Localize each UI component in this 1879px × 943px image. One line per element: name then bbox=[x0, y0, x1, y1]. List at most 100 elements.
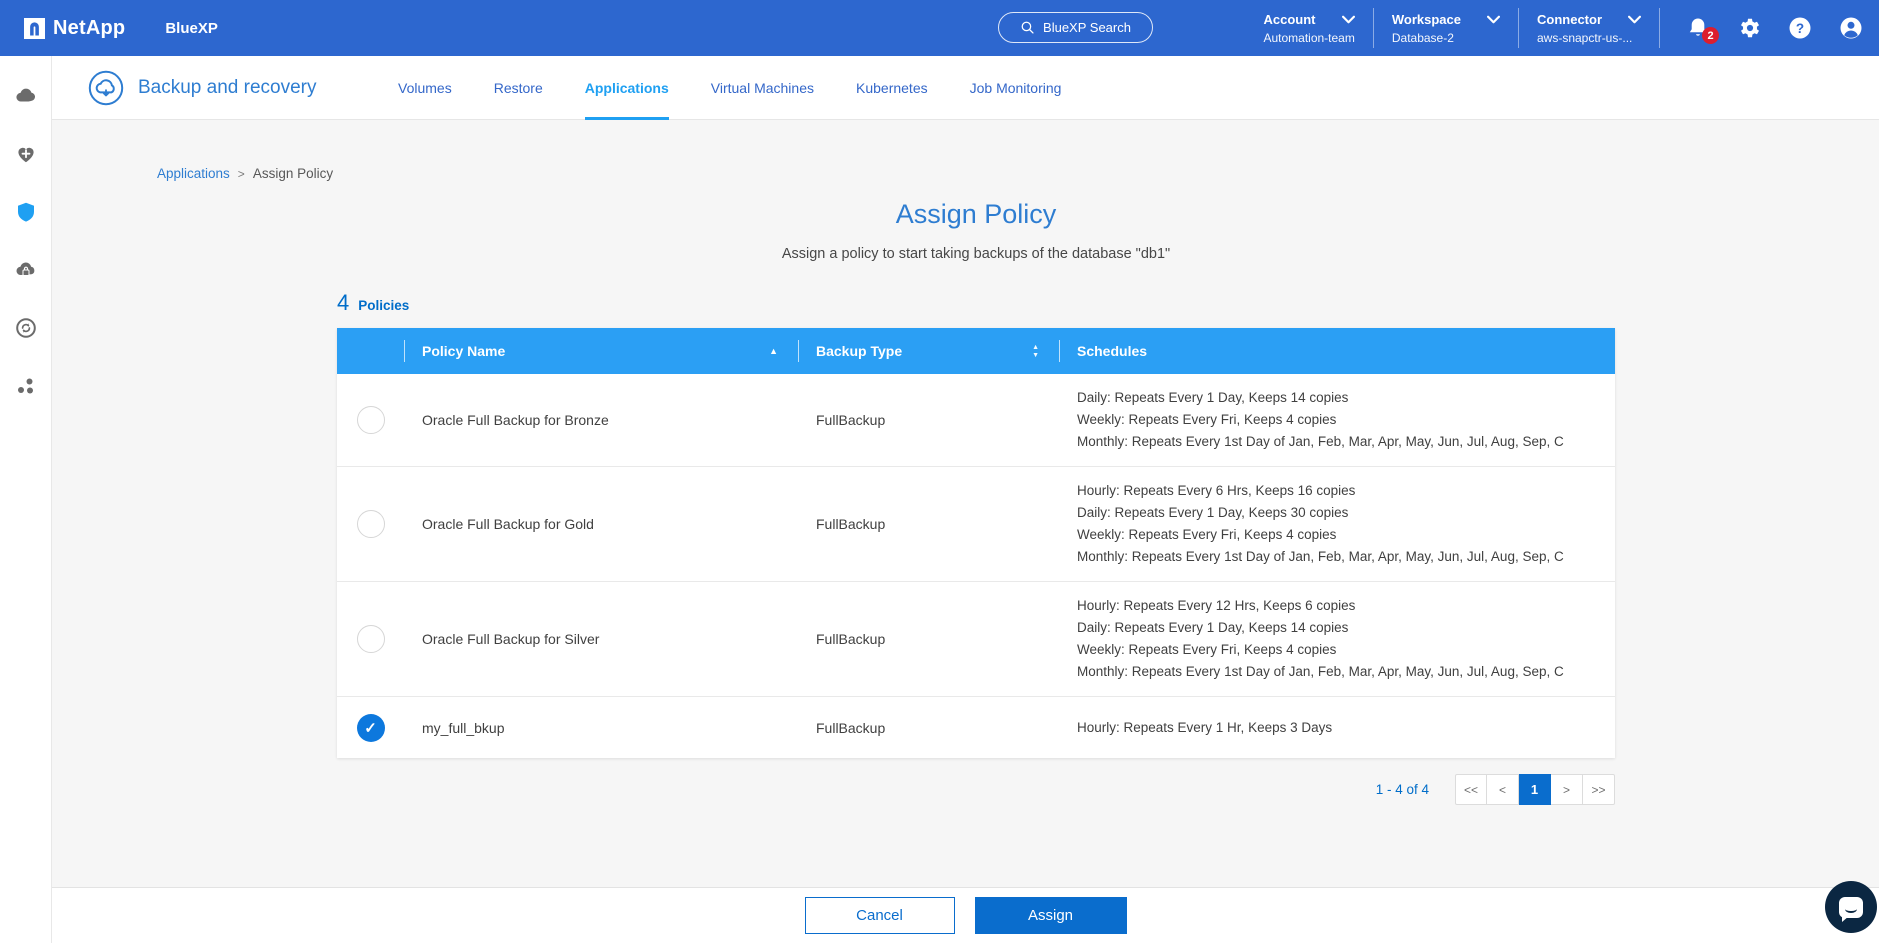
sort-ascending-icon[interactable]: ▲ bbox=[769, 347, 778, 356]
policies-table-body: Oracle Full Backup for Bronze FullBackup D… bbox=[337, 374, 1615, 758]
tab-volumes[interactable]: Volumes bbox=[398, 56, 452, 120]
sort-both-icon[interactable]: ▲▼ bbox=[1032, 344, 1039, 359]
backup-type-cell: FullBackup bbox=[798, 720, 1059, 736]
workspace-menu-label: Workspace bbox=[1392, 12, 1461, 27]
backup-type-column-header[interactable]: Backup Type ▲▼ bbox=[798, 328, 1059, 374]
column-separator bbox=[404, 340, 405, 362]
schedules-column-header: Schedules bbox=[1059, 328, 1615, 374]
chat-bubble-icon bbox=[1839, 897, 1863, 918]
pagination: 1 - 4 of 4 <<<1>>> bbox=[337, 774, 1615, 805]
user-account-button[interactable] bbox=[1839, 16, 1863, 40]
chevron-down-icon bbox=[1487, 15, 1500, 24]
top-header-bar: NetApp BlueXP BlueXP Search Account Auto… bbox=[0, 0, 1879, 56]
pagination-last-button[interactable]: >> bbox=[1583, 774, 1615, 805]
schedule-line: Weekly: Repeats Every Fri, Keeps 4 copie… bbox=[1077, 524, 1615, 546]
assign-button[interactable]: Assign bbox=[975, 897, 1127, 934]
sync-restore-icon[interactable] bbox=[14, 316, 38, 340]
backup-type-cell: FullBackup bbox=[798, 516, 1059, 532]
breadcrumb-applications-link[interactable]: Applications bbox=[157, 166, 230, 181]
brand: NetApp BlueXP bbox=[0, 17, 218, 40]
chevron-down-icon bbox=[1342, 15, 1355, 24]
policy-name-header-label: Policy Name bbox=[422, 343, 505, 359]
protection-shield-icon[interactable] bbox=[14, 200, 38, 224]
settings-button[interactable] bbox=[1737, 16, 1761, 40]
table-row: Oracle Full Backup for SilverFullBackup H… bbox=[337, 581, 1615, 696]
page-content: Applications > Assign Policy Assign Poli… bbox=[52, 120, 1879, 887]
chat-support-button[interactable] bbox=[1825, 881, 1877, 933]
bluexp-search-button[interactable]: BlueXP Search bbox=[998, 12, 1153, 43]
schedule-line: Hourly: Repeats Every 12 Hrs, Keeps 6 co… bbox=[1077, 595, 1615, 617]
bluexp-window: NetApp BlueXP BlueXP Search Account Auto… bbox=[0, 0, 1879, 943]
table-row: Oracle Full Backup for GoldFullBackupHou… bbox=[337, 466, 1615, 581]
backup-recovery-icon bbox=[88, 70, 124, 106]
notifications-bell-button[interactable]: 2 bbox=[1686, 16, 1710, 40]
policy-radio[interactable] bbox=[357, 510, 385, 538]
help-icon: ? bbox=[1788, 16, 1812, 40]
account-menu[interactable]: Account Automation-team bbox=[1245, 12, 1372, 45]
policy-name-column-header[interactable]: Policy Name ▲ bbox=[404, 328, 798, 374]
service-nav-bar: Backup and recovery Volumes Restore Applic… bbox=[52, 56, 1879, 120]
table-row: ✓my_full_bkupFullBackupHourly: Repeats E… bbox=[337, 696, 1615, 758]
breadcrumb-current: Assign Policy bbox=[253, 166, 333, 181]
left-icon-sidebar bbox=[0, 56, 52, 943]
pagination-next-button[interactable]: > bbox=[1551, 774, 1583, 805]
health-heart-plus-icon[interactable] bbox=[14, 142, 38, 166]
backup-type-cell: FullBackup bbox=[798, 631, 1059, 647]
user-avatar-icon bbox=[1839, 16, 1863, 40]
policy-radio[interactable] bbox=[357, 625, 385, 653]
pagination-page-button[interactable]: 1 bbox=[1519, 774, 1551, 805]
account-menu-value: Automation-team bbox=[1263, 31, 1354, 45]
search-label: BlueXP Search bbox=[1043, 20, 1131, 35]
schedule-line: Daily: Repeats Every 1 Day, Keeps 14 cop… bbox=[1077, 617, 1615, 639]
connector-menu[interactable]: Connector aws-snapctr-us-... bbox=[1519, 12, 1659, 45]
pagination-first-button[interactable]: << bbox=[1455, 774, 1487, 805]
cloud-storage-icon[interactable] bbox=[14, 84, 38, 108]
policies-count-label: Policies bbox=[358, 298, 409, 313]
header-icons: 2 ? bbox=[1686, 16, 1863, 40]
service-identity: Backup and recovery bbox=[88, 70, 350, 106]
schedule-line: Daily: Repeats Every 1 Day, Keeps 30 cop… bbox=[1077, 502, 1615, 524]
chevron-down-icon bbox=[1628, 15, 1641, 24]
page-subtitle: Assign a policy to start taking backups … bbox=[337, 246, 1615, 262]
pagination-range: 1 - 4 of 4 bbox=[1376, 782, 1429, 797]
help-button[interactable]: ? bbox=[1788, 16, 1812, 40]
tab-virtual-machines[interactable]: Virtual Machines bbox=[711, 56, 814, 120]
schedule-line: Monthly: Repeats Every 1st Day of Jan, F… bbox=[1077, 431, 1615, 453]
brand-name: NetApp bbox=[53, 17, 125, 40]
tab-kubernetes[interactable]: Kubernetes bbox=[856, 56, 928, 120]
schedules-cell: Hourly: Repeats Every 12 Hrs, Keeps 6 co… bbox=[1059, 595, 1615, 683]
tab-job-monitoring[interactable]: Job Monitoring bbox=[970, 56, 1062, 120]
policies-count: 4 Policies bbox=[337, 290, 1615, 316]
schedules-cell: Hourly: Repeats Every 1 Hr, Keeps 3 Days bbox=[1059, 717, 1615, 739]
tab-restore[interactable]: Restore bbox=[494, 56, 543, 120]
cloud-lock-icon[interactable] bbox=[14, 258, 38, 282]
svg-text:?: ? bbox=[1796, 21, 1804, 36]
pagination-prev-button[interactable]: < bbox=[1487, 774, 1519, 805]
gear-icon bbox=[1737, 16, 1761, 40]
action-footer: Cancel Assign bbox=[52, 887, 1879, 943]
schedules-cell: Hourly: Repeats Every 6 Hrs, Keeps 16 co… bbox=[1059, 480, 1615, 568]
cancel-button[interactable]: Cancel bbox=[805, 897, 955, 934]
check-icon: ✓ bbox=[364, 719, 377, 737]
workspace-menu[interactable]: Workspace Database-2 bbox=[1374, 12, 1518, 45]
policy-name-cell: Oracle Full Backup for Bronze bbox=[404, 412, 798, 428]
breadcrumb: Applications > Assign Policy bbox=[157, 166, 1879, 181]
policy-name-cell: Oracle Full Backup for Gold bbox=[404, 516, 798, 532]
divider bbox=[1659, 8, 1660, 48]
tab-applications[interactable]: Applications bbox=[585, 56, 669, 120]
policy-radio[interactable] bbox=[357, 406, 385, 434]
schedule-line: Weekly: Repeats Every Fri, Keeps 4 copie… bbox=[1077, 639, 1615, 661]
connector-menu-label: Connector bbox=[1537, 12, 1602, 27]
column-separator bbox=[798, 340, 799, 362]
schedule-line: Hourly: Repeats Every 1 Hr, Keeps 3 Days bbox=[1077, 717, 1615, 739]
column-separator bbox=[1059, 340, 1060, 362]
pagination-buttons: <<<1>>> bbox=[1455, 774, 1615, 805]
netapp-logo-icon bbox=[24, 18, 45, 39]
select-column-header bbox=[337, 328, 404, 374]
notification-count-badge: 2 bbox=[1702, 27, 1719, 44]
extensions-nodes-icon[interactable] bbox=[14, 374, 38, 398]
page-title: Assign Policy bbox=[337, 199, 1615, 230]
workspace-menu-value: Database-2 bbox=[1392, 31, 1500, 45]
policy-name-cell: Oracle Full Backup for Silver bbox=[404, 631, 798, 647]
policy-radio-selected[interactable]: ✓ bbox=[357, 714, 385, 742]
